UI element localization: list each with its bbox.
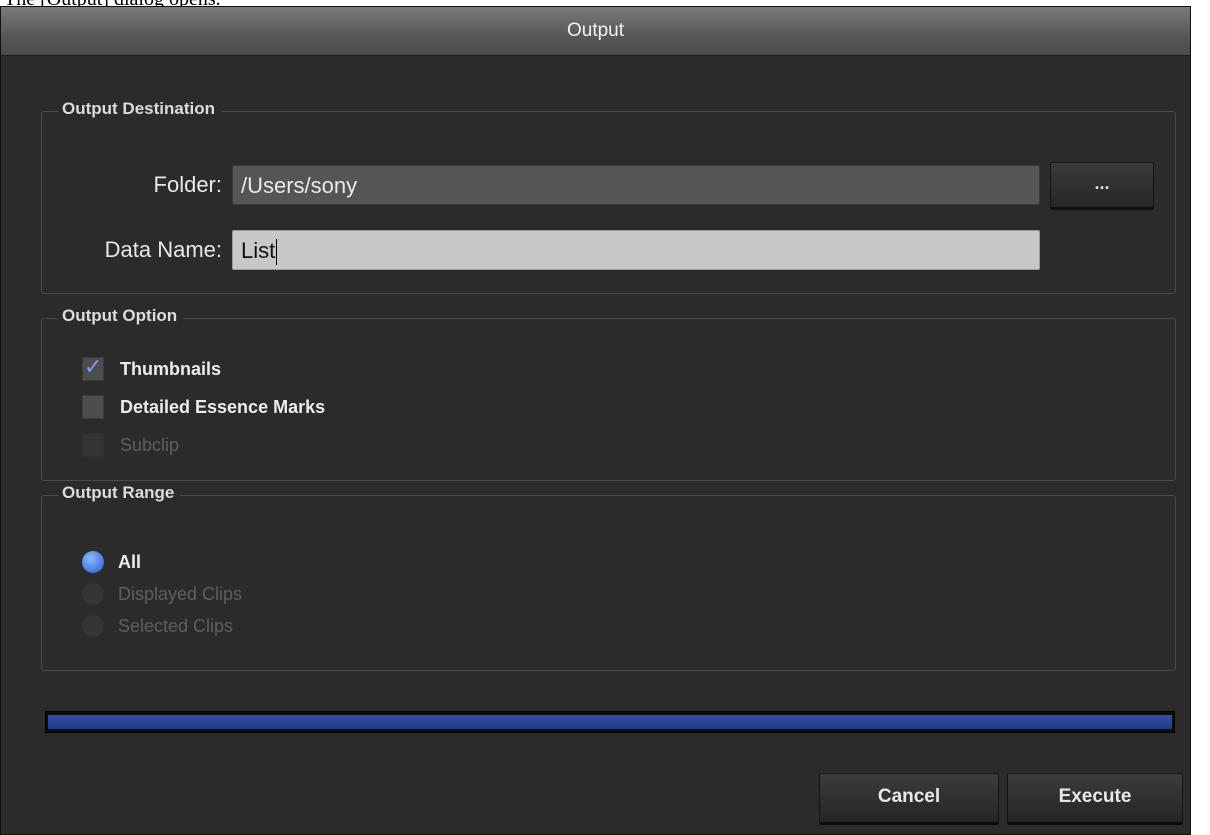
dialog-title: Output bbox=[1, 7, 1190, 56]
browse-folder-button[interactable]: ... bbox=[1050, 162, 1154, 210]
subclip-label: Subclip bbox=[120, 434, 180, 455]
output-dialog: Output Output Destination Folder: /Users… bbox=[0, 6, 1191, 835]
range-all-radio[interactable] bbox=[82, 551, 104, 573]
range-selected-clips-option: Selected Clips bbox=[82, 612, 233, 640]
range-selected-clips-label: Selected Clips bbox=[118, 615, 234, 636]
thumbnails-option[interactable]: ✓ Thumbnails bbox=[82, 354, 222, 383]
range-displayed-clips-radio bbox=[82, 583, 104, 605]
data-name-value: List bbox=[241, 238, 276, 263]
folder-label: Folder: bbox=[153, 172, 222, 197]
detailed-essence-marks-label: Detailed Essence Marks bbox=[120, 396, 326, 417]
thumbnails-label: Thumbnails bbox=[120, 358, 222, 379]
output-option-group: Output Option ✓ Thumbnails Detailed Esse… bbox=[41, 306, 1176, 481]
range-selected-clips-radio bbox=[82, 615, 104, 637]
output-destination-title: Output Destination bbox=[58, 99, 221, 119]
output-range-group: Output Range All Displayed Clips Selecte… bbox=[41, 483, 1176, 671]
detailed-essence-marks-option[interactable]: Detailed Essence Marks bbox=[82, 393, 325, 421]
range-displayed-clips-label: Displayed Clips bbox=[118, 583, 243, 604]
thumbnails-checkbox[interactable]: ✓ bbox=[82, 354, 104, 381]
progress-bar bbox=[45, 711, 1175, 733]
text-caret bbox=[276, 239, 278, 266]
range-all-label: All bbox=[118, 551, 142, 572]
checkmark-icon: ✓ bbox=[84, 354, 103, 379]
output-destination-group: Output Destination Folder: /Users/sony .… bbox=[41, 99, 1176, 294]
output-range-title: Output Range bbox=[58, 483, 181, 503]
detailed-essence-marks-checkbox[interactable] bbox=[82, 395, 104, 419]
data-name-label: Data Name: bbox=[104, 237, 222, 262]
execute-button[interactable]: Execute bbox=[1007, 773, 1183, 825]
output-option-title: Output Option bbox=[58, 306, 184, 326]
subclip-option: Subclip bbox=[82, 431, 179, 459]
folder-field[interactable]: /Users/sony bbox=[232, 165, 1040, 205]
range-all-option[interactable]: All bbox=[82, 548, 141, 576]
cancel-button[interactable]: Cancel bbox=[819, 773, 999, 825]
range-displayed-clips-option: Displayed Clips bbox=[82, 580, 242, 608]
data-name-field[interactable]: List bbox=[232, 230, 1040, 270]
subclip-checkbox bbox=[82, 433, 104, 457]
progress-fill bbox=[48, 715, 1172, 729]
